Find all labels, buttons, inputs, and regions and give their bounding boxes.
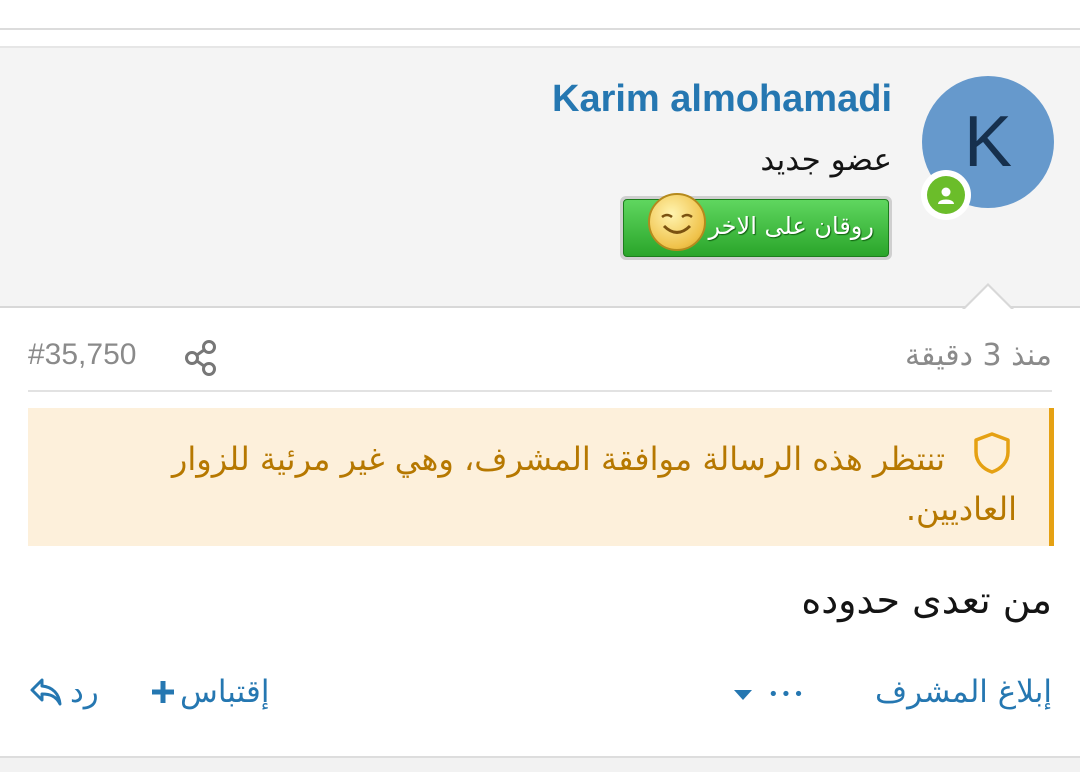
- smiley-icon: [648, 193, 706, 251]
- panel-arrow: [964, 286, 1012, 310]
- quote-label: إقتباس: [180, 674, 270, 710]
- post-actions: إبلاغ المشرف ••• إقتباس رد: [28, 666, 1052, 726]
- avatar-letter: K: [963, 102, 1013, 182]
- rank-banner-text: روقان على الاخر: [708, 212, 874, 240]
- chevron-down-icon: [734, 689, 752, 700]
- moderation-notice: تنتظر هذه الرسالة موافقة المشرف، وهي غير…: [28, 408, 1054, 546]
- post-separator: [0, 30, 1080, 48]
- quote-button[interactable]: إقتباس: [150, 674, 269, 710]
- post-number-link[interactable]: #35,750: [28, 338, 136, 372]
- more-actions-button[interactable]: •••: [732, 684, 806, 705]
- reply-arrow-icon: [30, 678, 62, 706]
- online-status-icon: [921, 170, 971, 220]
- moderation-notice-text: تنتظر هذه الرسالة موافقة المشرف، وهي غير…: [171, 440, 1017, 528]
- report-button[interactable]: إبلاغ المشرف: [875, 674, 1052, 710]
- post-message: من تعدى حدوده: [801, 578, 1052, 622]
- share-icon[interactable]: [183, 338, 219, 378]
- plus-icon: [152, 681, 174, 703]
- username-link[interactable]: Karim almohamadi: [552, 78, 892, 121]
- top-divider: [0, 0, 1080, 30]
- more-dots: •••: [768, 684, 806, 705]
- post-meta: #35,750 منذ 3 دقيقة: [28, 330, 1052, 392]
- user-info-panel: [0, 48, 1080, 308]
- reply-button[interactable]: رد: [28, 674, 99, 710]
- post-time[interactable]: منذ 3 دقيقة: [905, 338, 1052, 373]
- user-title: عضو جديد: [760, 142, 892, 178]
- reply-label: رد: [70, 674, 99, 710]
